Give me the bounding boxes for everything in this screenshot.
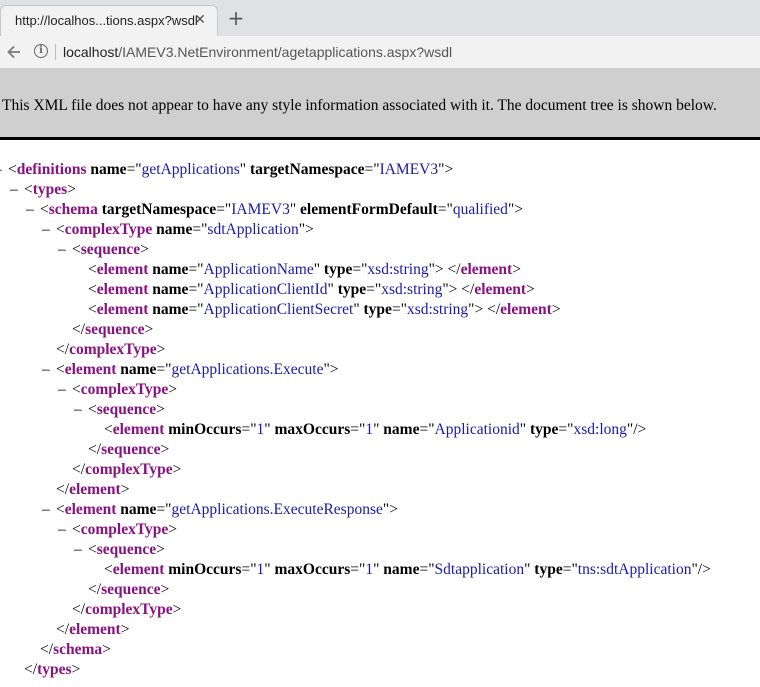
xml-line-close-complextype: </complexType> xyxy=(56,341,166,358)
collapse-toggle[interactable]: – xyxy=(42,220,56,240)
xml-line-complextype: – <complexType> xyxy=(58,380,178,400)
xml-line-close-complextype: </complexType> xyxy=(72,461,182,478)
xml-line-schema: – <schema targetNamespace="IAMEV3" elemen… xyxy=(26,200,524,220)
plus-icon[interactable]: + xyxy=(226,8,246,29)
collapse-toggle[interactable]: – xyxy=(58,520,72,540)
xml-line-close-types: </types> xyxy=(24,661,81,678)
xml-style-notice: This XML file does not appear to have an… xyxy=(0,69,760,140)
tab-strip: http://localhos...tions.aspx?wsdl ✕ + xyxy=(0,0,760,36)
xml-line-definitions: –<definitions name="getApplications" tar… xyxy=(0,160,453,180)
url-path: /IAMEV3.NetEnvironment/agetapplications.… xyxy=(118,44,453,60)
tab-title: http://localhos...tions.aspx?wsdl xyxy=(15,13,198,28)
xml-line-close-sequence: </sequence> xyxy=(88,581,170,598)
collapse-toggle[interactable]: – xyxy=(58,380,72,400)
xml-line-element: <element minOccurs="1" maxOccurs="1" nam… xyxy=(104,561,711,578)
xml-line-sequence: – <sequence> xyxy=(58,240,149,260)
collapse-toggle[interactable]: – xyxy=(0,160,8,180)
address-separator xyxy=(55,44,56,60)
xml-line-element: <element name="ApplicationName" type="xs… xyxy=(88,261,521,278)
xml-line-element: <element name="ApplicationClientSecret" … xyxy=(88,301,561,318)
xml-line-complextype: – <complexType name="sdtApplication"> xyxy=(42,220,314,240)
collapse-toggle[interactable]: – xyxy=(26,200,40,220)
url-host: localhost xyxy=(63,44,119,60)
collapse-toggle[interactable]: – xyxy=(74,540,88,560)
xml-line-element: – <element name="getApplications.ExecuteR… xyxy=(42,500,398,520)
collapse-toggle[interactable]: – xyxy=(58,240,72,260)
xml-line-close-sequence: </sequence> xyxy=(88,441,170,458)
xml-line-element: – <element name="getApplications.Execute"… xyxy=(42,360,339,380)
info-icon[interactable]: i xyxy=(34,44,48,58)
xml-line-close-sequence: </sequence> xyxy=(72,321,154,338)
xml-line-close-element: </element> xyxy=(56,621,130,638)
xml-line-close-schema: </schema> xyxy=(40,641,111,658)
collapse-toggle[interactable]: – xyxy=(10,180,24,200)
notice-text: This XML file does not appear to have an… xyxy=(2,97,717,114)
xml-line-sequence: – <sequence> xyxy=(74,540,165,560)
xml-line-close-complextype: </complexType> xyxy=(72,601,182,618)
back-arrow-icon[interactable] xyxy=(4,42,24,62)
xml-line-element: <element name="ApplicationClientId" type… xyxy=(88,281,535,298)
xml-line-element: <element minOccurs="1" maxOccurs="1" nam… xyxy=(104,421,647,438)
address-bar[interactable]: localhost/IAMEV3.NetEnvironment/agetappl… xyxy=(63,44,452,60)
xml-line-complextype: – <complexType> xyxy=(58,520,178,540)
xml-line-close-element: </element> xyxy=(56,481,130,498)
close-icon[interactable]: ✕ xyxy=(191,11,209,29)
xml-line-sequence: – <sequence> xyxy=(74,400,165,420)
xml-line-types: – <types> xyxy=(10,180,76,200)
collapse-toggle[interactable]: – xyxy=(74,400,88,420)
collapse-toggle[interactable]: – xyxy=(42,500,56,520)
collapse-toggle[interactable]: – xyxy=(42,360,56,380)
browser-tab[interactable]: http://localhos...tions.aspx?wsdl ✕ xyxy=(0,5,218,36)
browser-toolbar: i localhost/IAMEV3.NetEnvironment/agetap… xyxy=(0,36,760,69)
